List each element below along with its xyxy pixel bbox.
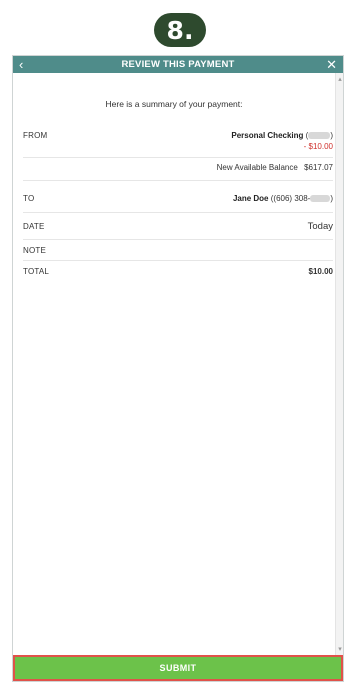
- divider: [23, 260, 333, 261]
- dialog-header: ‹ REVIEW THIS PAYMENT ✕: [13, 56, 343, 73]
- submit-button[interactable]: SUBMIT: [13, 655, 343, 681]
- total-value: $10.00: [308, 267, 333, 276]
- dialog-title: REVIEW THIS PAYMENT: [121, 59, 235, 70]
- divider: [23, 157, 333, 158]
- summary-text: Here is a summary of your payment:: [105, 99, 243, 109]
- balance-label: New Available Balance: [216, 163, 298, 172]
- balance-value: $617.07: [304, 163, 333, 172]
- from-account-name: Personal Checking: [231, 131, 304, 140]
- from-close-paren: ): [330, 131, 333, 140]
- payee-phone-prefix: ((606) 308-: [270, 194, 311, 203]
- chevron-left-icon[interactable]: ‹: [19, 58, 31, 71]
- scroll-up-icon[interactable]: ▴: [336, 75, 344, 83]
- masked-account-number: [308, 132, 331, 140]
- divider: [23, 212, 333, 213]
- scrollbar[interactable]: ▴ ▾: [335, 73, 343, 655]
- close-icon[interactable]: ✕: [325, 58, 337, 71]
- date-label: DATE: [23, 222, 45, 231]
- payee-close-paren: ): [330, 194, 333, 203]
- note-label: NOTE: [23, 246, 47, 255]
- to-label: TO: [23, 194, 35, 203]
- to-details: Jane Doe ((606) 308-): [233, 194, 333, 203]
- masked-phone-number: [310, 195, 331, 203]
- payee-name: Jane Doe: [232, 194, 269, 203]
- step-badge: 8.: [154, 13, 206, 47]
- payment-review-dialog: ‹ REVIEW THIS PAYMENT ✕ Here is a summar…: [12, 55, 344, 682]
- scroll-down-icon[interactable]: ▾: [336, 645, 344, 653]
- submit-label: SUBMIT: [159, 663, 197, 673]
- date-value: Today: [307, 221, 333, 232]
- divider: [23, 180, 333, 181]
- from-label: FROM: [23, 131, 48, 140]
- from-details: Personal Checking () - $10.00: [231, 131, 333, 151]
- total-label: TOTAL: [23, 267, 50, 276]
- new-balance: New Available Balance $617.07: [217, 163, 333, 172]
- divider: [23, 239, 333, 240]
- dialog-content: Here is a summary of your payment: FROM …: [13, 73, 335, 655]
- from-amount: - $10.00: [303, 142, 333, 151]
